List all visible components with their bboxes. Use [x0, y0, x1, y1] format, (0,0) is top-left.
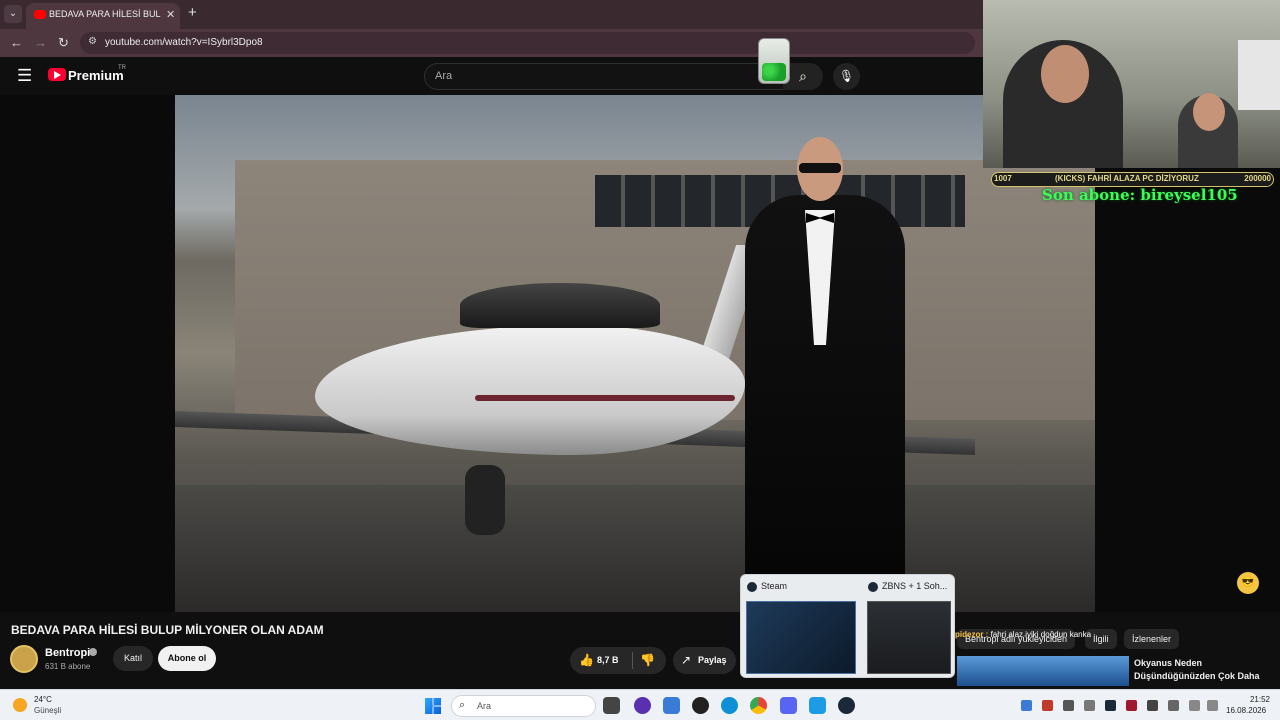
sunglasses-emoji-icon: 😎	[1237, 572, 1259, 594]
recommended-video-title[interactable]: Okyanus Neden Düşündüğünüzden Çok Daha	[1134, 657, 1274, 683]
goal-current: 1007	[994, 174, 1012, 183]
taskbar-window-preview: Steam ZBNS + 1 Soh...	[740, 574, 955, 678]
volume-icon[interactable]	[1207, 700, 1218, 711]
thumbs-down-icon[interactable]: 👎	[640, 653, 655, 667]
chat-message: pidezor : fahri alaz iyiki doğdun kanka	[955, 630, 1091, 639]
goal-label: (KICKS) FAHRİ ALAZA PC DİZİYORUZ	[1055, 174, 1199, 183]
stream-jar-widget	[758, 38, 790, 84]
tray-icon-7[interactable]	[1147, 700, 1158, 711]
app-icon-1[interactable]	[634, 697, 651, 714]
tarmac	[175, 485, 1095, 612]
youtube-logo-icon[interactable]	[48, 68, 66, 81]
room-window	[1238, 40, 1280, 110]
clock-date[interactable]: 16.08.2026	[1226, 706, 1266, 715]
like-count[interactable]: 8,7 B	[597, 655, 619, 665]
rec-tab-watched[interactable]: İzlenenler	[1124, 629, 1180, 649]
tray-icon-5[interactable]	[1105, 700, 1116, 711]
channel-avatar[interactable]	[10, 645, 38, 673]
back-arrow-icon[interactable]: ←	[10, 35, 23, 50]
thumbs-up-icon[interactable]: 👍	[579, 653, 594, 667]
jet-landing-gear	[465, 465, 505, 535]
tray-icon-2[interactable]	[1042, 700, 1053, 711]
discord-icon[interactable]	[780, 697, 797, 714]
app-icon-4[interactable]	[809, 697, 826, 714]
tab-search-menu-button[interactable]: ⌄	[4, 5, 22, 23]
app-icon-2[interactable]	[663, 697, 680, 714]
jar-contents	[762, 63, 786, 81]
preview-title-steam[interactable]: Steam	[761, 581, 787, 591]
clock-time[interactable]: 21:52	[1240, 695, 1270, 704]
address-bar[interactable]: ⚙ youtube.com/watch?v=ISybrl3Dpo8	[80, 32, 975, 54]
app-icon-3[interactable]	[692, 697, 709, 714]
jet-stripe	[475, 395, 735, 401]
forward-arrow-icon[interactable]: →	[34, 35, 47, 50]
steam-taskbar-icon[interactable]	[838, 697, 855, 714]
weather-condition[interactable]: Güneşli	[34, 706, 61, 715]
tray-icon-3[interactable]	[1063, 700, 1074, 711]
last-subscriber-alert: Son abone: bireysel105	[1042, 186, 1238, 204]
preview-thumbnail-chat[interactable]	[867, 601, 951, 674]
taskbar-search-placeholder: Ara	[477, 701, 492, 711]
youtube-header: ☰ Premium TR Ara ⌕ 🎙	[0, 57, 983, 95]
new-tab-button[interactable]: +	[188, 4, 197, 21]
edge-icon[interactable]	[721, 697, 738, 714]
like-dislike-group: 👍 8,7 B 👎	[570, 647, 666, 674]
tab-title: BEDAVA PARA HİLESİ BULUP Mİ	[49, 9, 161, 19]
taskbar-search[interactable]: ⌕ Ara	[451, 695, 596, 717]
search-input[interactable]: Ara	[424, 63, 784, 90]
subscriber-count: 631 B abone	[45, 662, 91, 671]
streamer-webcam	[983, 0, 1280, 168]
weather-temperature[interactable]: 24°C	[34, 695, 52, 704]
windows-taskbar: 24°C Güneşli ⌕ Ara 21:52 16.08.2026	[0, 689, 1280, 720]
channel-name[interactable]: Bentropi	[45, 647, 90, 659]
sunglasses	[799, 163, 841, 173]
sun-weather-icon[interactable]	[13, 698, 27, 712]
video-frame[interactable]	[175, 95, 1095, 612]
child-face	[1193, 93, 1225, 131]
browser-tab-active[interactable]: BEDAVA PARA HİLESİ BULUP Mİ ✕	[26, 3, 180, 29]
jet-canopy	[460, 283, 660, 328]
steam-icon	[868, 582, 878, 592]
recommended-video-thumbnail[interactable]	[957, 656, 1129, 686]
url-text[interactable]: youtube.com/watch?v=ISybrl3Dpo8	[105, 37, 263, 48]
task-view-icon[interactable]	[603, 697, 620, 714]
youtube-favicon-icon	[34, 10, 46, 19]
search-icon: ⌕	[459, 699, 466, 711]
subscribe-button[interactable]: Abone ol	[158, 646, 216, 671]
search-icon: ⌕	[799, 68, 807, 84]
hamburger-menu-icon[interactable]: ☰	[17, 66, 32, 86]
preview-thumbnail-steam[interactable]	[746, 601, 856, 674]
voice-search-button[interactable]: 🎙	[833, 63, 860, 90]
chat-username: pidezor :	[955, 630, 989, 639]
reload-icon[interactable]: ↻	[58, 35, 69, 51]
share-icon: ↗	[681, 653, 692, 667]
chat-text: fahri alaz iyiki doğdun kanka	[988, 630, 1092, 639]
browser-tab-bar: ⌄ BEDAVA PARA HİLESİ BULUP Mİ ✕ +	[0, 0, 983, 29]
divider	[632, 652, 633, 669]
microphone-icon: 🎙	[838, 69, 855, 83]
tray-icon-6[interactable]	[1126, 700, 1137, 711]
site-info-icon[interactable]: ⚙	[88, 36, 97, 47]
share-label: Paylaş	[698, 655, 727, 665]
steam-icon	[747, 582, 757, 592]
brand-region: TR	[118, 65, 126, 71]
streamer-face	[1041, 45, 1089, 103]
tray-icon-1[interactable]	[1021, 700, 1032, 711]
verified-icon	[89, 648, 97, 656]
brand-name[interactable]: Premium	[68, 68, 124, 83]
tab-close-icon[interactable]: ✕	[166, 8, 175, 21]
microphone-tray-icon[interactable]	[1168, 700, 1179, 711]
address-toolbar: ← → ↻ ⚙ youtube.com/watch?v=ISybrl3Dpo8	[0, 29, 983, 57]
windows-start-icon[interactable]	[425, 698, 441, 714]
tray-icon-4[interactable]	[1084, 700, 1095, 711]
video-title: BEDAVA PARA HİLESİ BULUP MİLYONER OLAN A…	[11, 623, 324, 637]
stream-goal-bar: 1007 (KICKS) FAHRİ ALAZA PC DİZİYORUZ 20…	[991, 172, 1274, 187]
preview-title-chat[interactable]: ZBNS + 1 Soh...	[882, 581, 947, 591]
goal-target: 200000	[1244, 174, 1271, 183]
share-button[interactable]: ↗ Paylaş	[673, 647, 736, 674]
network-icon[interactable]	[1189, 700, 1200, 711]
chrome-icon[interactable]	[750, 697, 767, 714]
join-button[interactable]: Katıl	[113, 646, 153, 671]
